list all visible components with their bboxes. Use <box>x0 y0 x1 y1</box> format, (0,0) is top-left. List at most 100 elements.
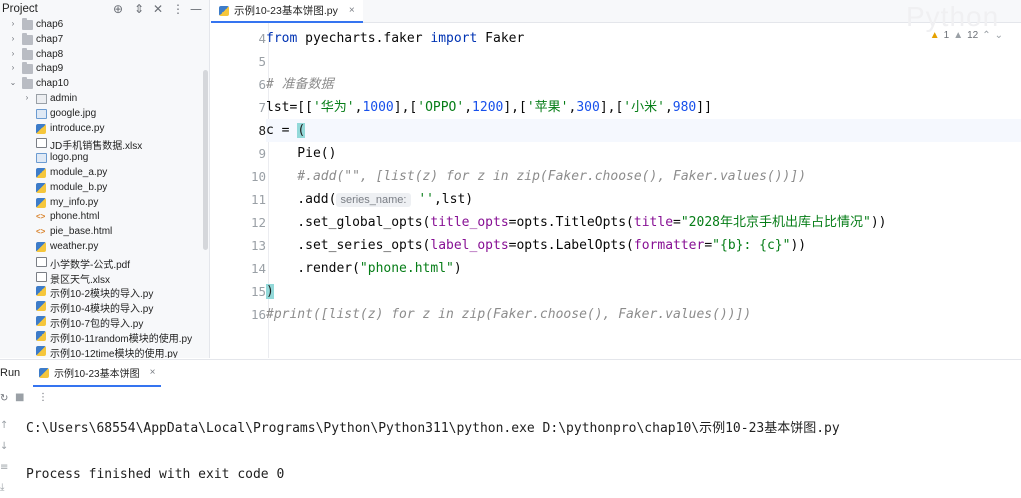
chevron-right-icon[interactable]: › <box>8 49 18 58</box>
line-number: 5 <box>258 54 266 69</box>
tree-item[interactable]: <> phone.html <box>0 210 205 225</box>
scroll-down-icon[interactable]: ↓ <box>0 441 8 452</box>
code-token: , <box>464 100 473 115</box>
tree-item[interactable]: logo.png <box>0 151 205 166</box>
code-token: =opts.LabelOpts( <box>508 238 634 253</box>
run-title: Run <box>0 367 21 379</box>
html-file-icon: <> <box>36 212 46 222</box>
project-title[interactable]: Project <box>2 3 38 15</box>
code-token: '小米' <box>623 100 665 115</box>
code-token: .render( <box>266 261 360 276</box>
console-line: Process finished with exit code 0 <box>26 467 285 482</box>
code-token: title_opts <box>430 215 509 230</box>
tree-item[interactable]: JD手机销售数据.xlsx <box>0 136 205 152</box>
code-line[interactable]: c = ( <box>266 119 1021 142</box>
code-line[interactable]: lst=[['华为',1000],['OPPO',1200],['苹果',300… <box>266 96 1021 119</box>
tree-item-label: 景区天气.xlsx <box>50 274 110 286</box>
code-line[interactable]: #print([list(z) for z in zip(Faker.choos… <box>266 303 1021 326</box>
python-file-icon <box>36 345 46 356</box>
hide-icon[interactable]: — <box>190 2 202 16</box>
tree-item-label: chap8 <box>36 48 64 60</box>
editor-tab-active[interactable]: 示例10-23基本饼图.py × <box>211 0 363 23</box>
tree-item[interactable]: › chap8 <box>0 47 205 63</box>
folder-icon <box>22 18 33 30</box>
chevron-right-icon[interactable]: › <box>22 93 32 102</box>
expand-all-icon[interactable]: ✕ <box>153 2 163 16</box>
scroll-end-icon[interactable]: ⤓ <box>0 482 4 493</box>
tree-item[interactable]: 小学数学-公式.pdf <box>0 255 205 271</box>
line-number: 8 <box>258 123 266 138</box>
project-scrollbar[interactable] <box>203 70 208 250</box>
run-tab-close-icon[interactable]: × <box>150 367 156 378</box>
python-file-icon <box>36 330 46 341</box>
chevron-right-icon[interactable]: › <box>8 34 18 43</box>
run-side-toolbar: ↑ ↓ ≡ ⤓ <box>0 408 14 498</box>
tree-item-label: 示例10-7包的导入.py <box>50 319 144 330</box>
tree-item-label: admin <box>50 93 78 104</box>
tree-item[interactable]: › chap6 <box>0 18 205 33</box>
tree-item[interactable]: › chap9 <box>0 62 205 77</box>
code-area[interactable]: from pyecharts.faker import Faker # 准备数据 l… <box>266 23 1021 358</box>
tree-item[interactable]: 示例10-11random模块的使用.py <box>0 329 205 345</box>
code-line[interactable]: #.add("", [list(z) for z in zip(Faker.ch… <box>266 165 1021 188</box>
code-token: ],[ <box>503 100 527 115</box>
tree-item[interactable]: my_info.py <box>0 196 205 211</box>
tree-item[interactable]: module_a.py <box>0 166 205 181</box>
line-number: 11 <box>250 192 266 207</box>
parameter-hint: series_name: <box>336 193 411 207</box>
run-tab[interactable]: 示例10-23基本饼图 × <box>33 360 162 387</box>
code-token: 'OPPO' <box>417 100 465 115</box>
stop-icon[interactable]: ■ <box>15 392 24 403</box>
collapse-all-icon[interactable]: ⇕ <box>134 2 144 16</box>
tree-item[interactable]: ⌄ chap10 <box>0 77 205 92</box>
tab-close-icon[interactable]: × <box>349 5 355 16</box>
code-line[interactable]: .set_series_opts(label_opts=opts.LabelOp… <box>266 234 1021 257</box>
tree-item[interactable]: 景区天气.xlsx <box>0 270 205 286</box>
tree-item[interactable]: › chap7 <box>0 32 205 48</box>
code-token: '苹果' <box>526 100 569 115</box>
code-line[interactable]: Pie() <box>266 142 1021 165</box>
code-token: = <box>704 238 713 253</box>
tree-item[interactable]: weather.py <box>0 240 205 255</box>
chevron-right-icon[interactable]: › <box>8 63 18 72</box>
excel-file-icon <box>36 138 47 149</box>
tree-item-label: weather.py <box>50 241 99 252</box>
html-file-icon: <> <box>36 227 46 237</box>
code-line[interactable]: .add(series_name: '',lst) <box>266 188 1021 211</box>
tree-item[interactable]: 示例10-2模块的导入.py <box>0 284 205 300</box>
line-number: 10 <box>250 169 266 184</box>
tree-item[interactable]: module_b.py <box>0 181 205 196</box>
code-line[interactable]: .render("phone.html") <box>266 257 1021 280</box>
line-number: 16 <box>250 307 266 322</box>
rerun-icon[interactable]: ↻ <box>0 393 8 404</box>
options-icon[interactable]: ⋮ <box>172 2 184 16</box>
tree-item[interactable]: 示例10-4模块的导入.py <box>0 299 205 316</box>
tree-item[interactable]: 示例10-7包的导入.py <box>0 314 205 330</box>
line-number: 9 <box>258 146 266 161</box>
code-token: c = <box>266 123 298 138</box>
soft-wrap-icon[interactable]: ≡ <box>0 462 8 473</box>
code-token: =opts.TitleOpts( <box>508 215 634 230</box>
tree-item-label: module_b.py <box>50 181 108 193</box>
tree-item[interactable]: › admin <box>0 92 205 107</box>
code-line[interactable]: .set_global_opts(title_opts=opts.TitleOp… <box>266 211 1021 234</box>
tree-item[interactable]: 示例10-12time模块的使用.py <box>0 344 205 358</box>
code-line[interactable]: # 准备数据 <box>266 73 1021 96</box>
code-token: ],[ <box>599 100 624 115</box>
code-line[interactable] <box>266 50 1021 73</box>
code-line[interactable]: from pyecharts.faker import Faker <box>266 27 1021 50</box>
tree-item[interactable]: introduce.py <box>0 122 205 137</box>
console-output[interactable]: C:\Users\68554\AppData\Local\Programs\Py… <box>26 417 840 486</box>
run-tab-label: 示例10-23基本饼图 <box>54 369 140 380</box>
scroll-up-icon[interactable]: ↑ <box>0 420 8 431</box>
chevron-right-icon[interactable]: › <box>8 19 18 28</box>
line-number: 6 <box>258 77 266 92</box>
chevron-down-icon[interactable]: ⌄ <box>8 78 18 87</box>
code-line[interactable]: ) <box>266 280 1021 303</box>
more-icon[interactable]: ⋮ <box>38 392 48 403</box>
folder-icon <box>22 32 33 45</box>
locate-icon[interactable]: ⊕ <box>113 2 123 16</box>
tree-item-label: 示例10-4模块的导入.py <box>50 304 154 316</box>
tree-item[interactable]: google.jpg <box>0 107 205 122</box>
tree-item[interactable]: <> pie_base.html <box>0 225 205 240</box>
